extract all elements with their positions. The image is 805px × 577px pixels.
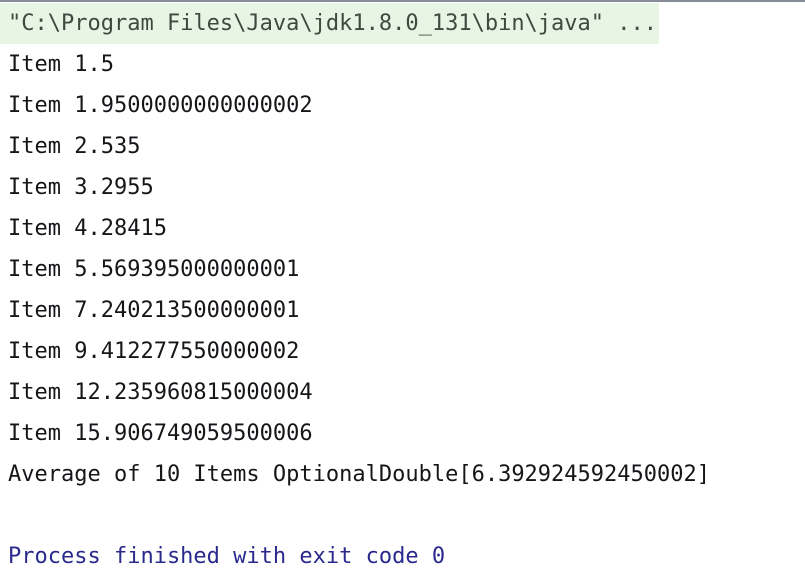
item-line-1: Item 1.5 (8, 52, 114, 77)
console-panel[interactable]: "C:\Program Files\Java\jdk1.8.0_131\bin\… (0, 0, 805, 576)
item-line-10: Item 15.906749059500006 (8, 421, 313, 446)
average-line: Average of 10 Items OptionalDouble[6.392… (8, 462, 710, 487)
item-line-2: Item 1.9500000000000002 (8, 93, 313, 118)
command-highlight: "C:\Program Files\Java\jdk1.8.0_131\bin\… (0, 3, 660, 44)
exit-line: Process finished with exit code 0 (8, 544, 446, 569)
item-line-5: Item 4.28415 (8, 216, 167, 241)
item-line-7: Item 7.240213500000001 (8, 298, 300, 323)
console-output-area[interactable]: "C:\Program Files\Java\jdk1.8.0_131\bin\… (0, 3, 805, 577)
item-line-6: Item 5.569395000000001 (8, 257, 300, 282)
item-line-4: Item 3.2955 (8, 175, 154, 200)
item-line-9: Item 12.235960815000004 (8, 380, 313, 405)
item-line-8: Item 9.412277550000002 (8, 339, 300, 364)
command-line[interactable]: "C:\Program Files\Java\jdk1.8.0_131\bin\… (0, 3, 805, 44)
item-line-3: Item 2.535 (8, 134, 141, 159)
panel-top-divider (0, 0, 805, 2)
